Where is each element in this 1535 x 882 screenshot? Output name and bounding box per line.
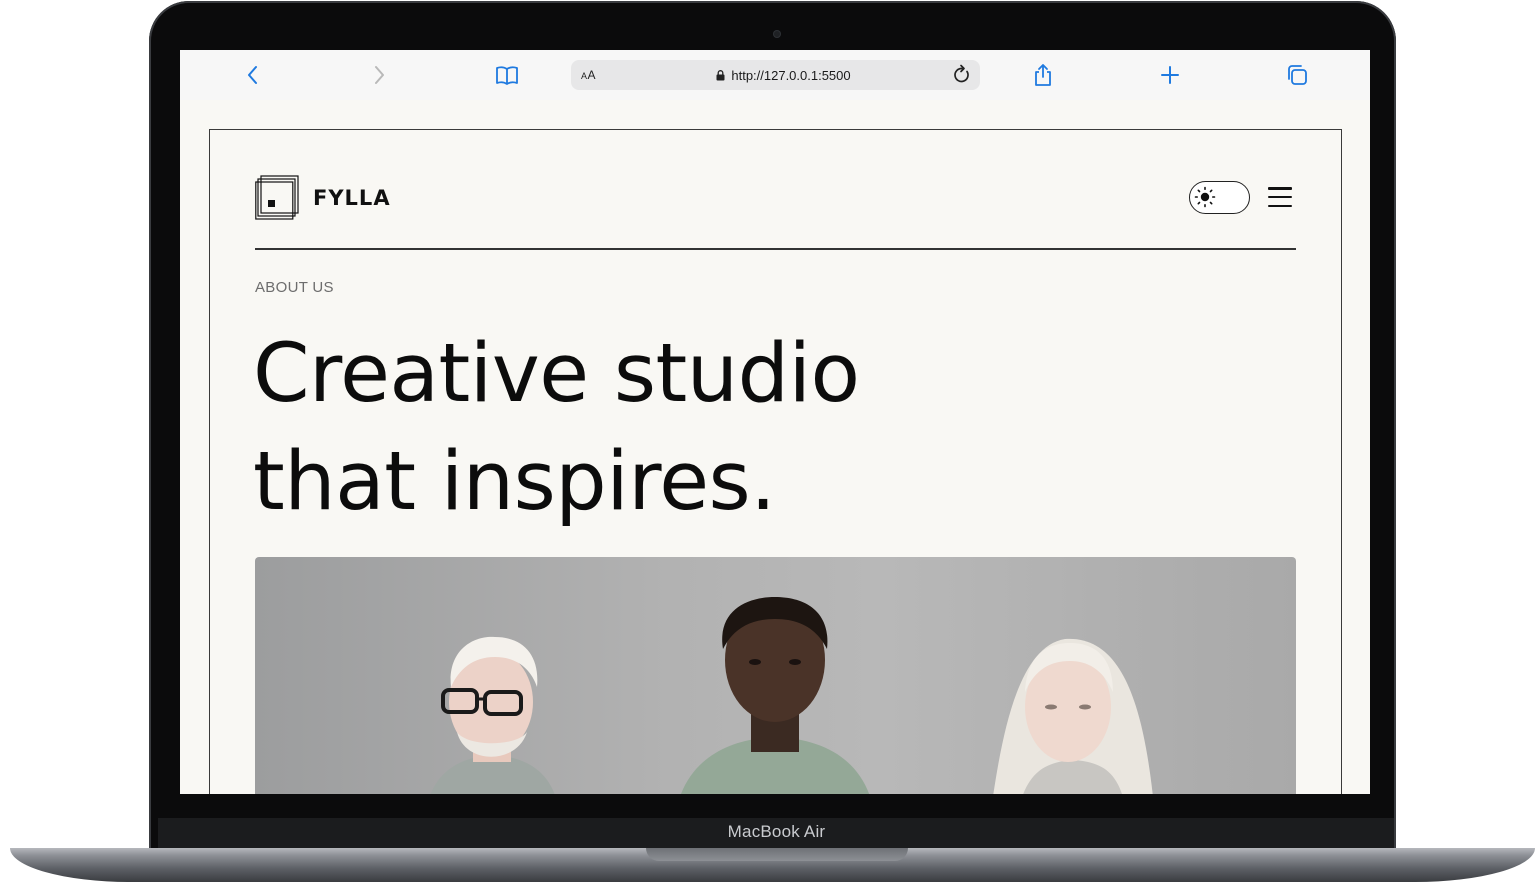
back-icon[interactable]: [240, 62, 266, 88]
lock-icon: [716, 70, 725, 81]
laptop-hinge-notch: [646, 848, 908, 861]
device-label: MacBook Air: [727, 822, 826, 841]
forward-icon[interactable]: [366, 62, 392, 88]
sun-icon: [1192, 184, 1218, 210]
hamburger-menu-icon[interactable]: [1267, 184, 1293, 210]
bookmarks-icon[interactable]: [494, 62, 520, 88]
url-text: http://127.0.0.1:5500: [731, 68, 851, 83]
fylla-logo-icon[interactable]: [255, 175, 300, 220]
theme-toggle[interactable]: [1189, 181, 1250, 214]
browser-screen: AA http://127.0.0.1:5500 FYLLA ABOUT US …: [180, 50, 1370, 794]
page-headline: Creative studio that inspires.: [253, 320, 1153, 536]
header-divider: [255, 248, 1296, 250]
person-right: [993, 638, 1153, 794]
browser-toolbar: AA http://127.0.0.1:5500: [180, 50, 1370, 100]
headline-line-1: Creative studio: [253, 327, 860, 421]
brand-name[interactable]: FYLLA: [313, 186, 391, 210]
camera-icon: [773, 30, 781, 38]
address-bar[interactable]: AA http://127.0.0.1:5500: [571, 60, 980, 90]
team-photo-illustration: [430, 597, 1153, 794]
hero-photo: [255, 557, 1296, 794]
tabs-icon[interactable]: [1284, 62, 1310, 88]
new-tab-icon[interactable]: [1157, 62, 1183, 88]
share-icon[interactable]: [1030, 62, 1056, 88]
person-middle: [680, 597, 870, 794]
person-left: [430, 636, 555, 794]
reload-icon[interactable]: [950, 63, 974, 87]
section-eyebrow: ABOUT US: [255, 279, 334, 296]
headline-line-2: that inspires.: [253, 435, 776, 529]
